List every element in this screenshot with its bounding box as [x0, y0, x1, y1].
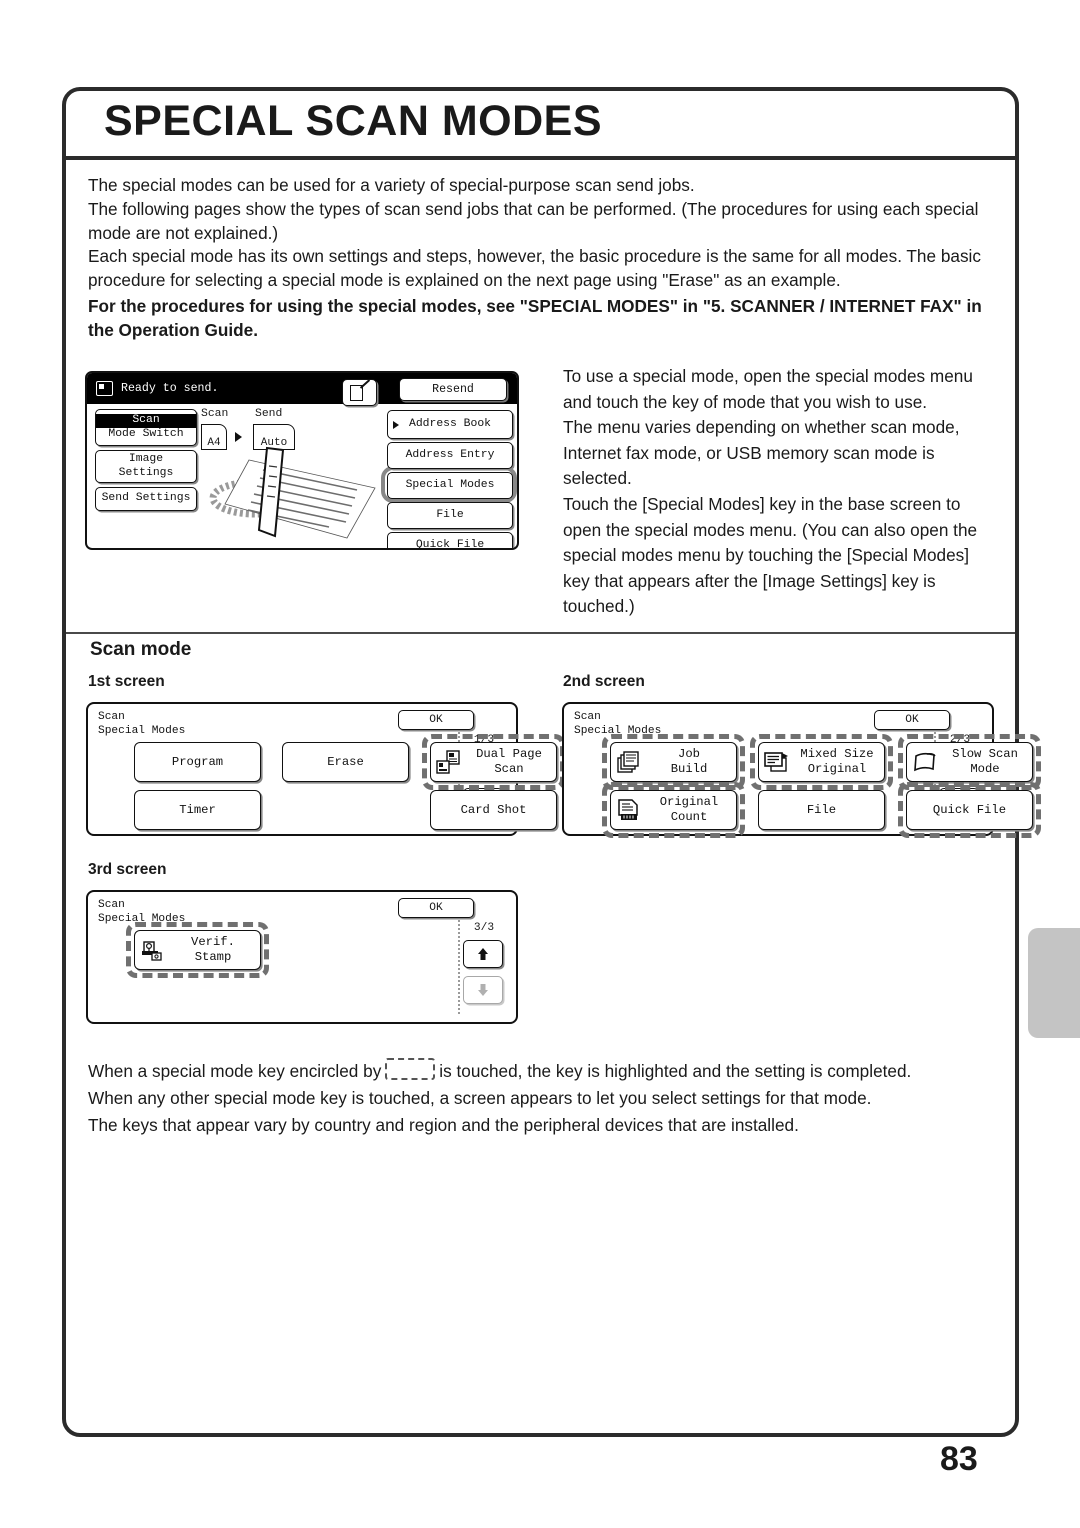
- mode-switch-top-label: Scan: [96, 414, 196, 428]
- screen-2-heading: 2nd screen: [563, 673, 645, 690]
- scan-mode-heading: Scan mode: [90, 639, 192, 660]
- special-mode-key-label: Timer: [179, 802, 216, 817]
- section-divider: [66, 632, 1015, 634]
- footer-line-1-after: is touched, the key is highlighted and t…: [439, 1061, 912, 1081]
- edge-chapter-tab: [1028, 928, 1080, 1038]
- special-mode-key-program[interactable]: Program: [134, 742, 261, 782]
- address-book-label: Address Book: [408, 417, 492, 430]
- resend-button[interactable]: Resend: [399, 378, 507, 401]
- special-mode-key-label: Job Build: [670, 747, 708, 776]
- document-status-icon: [96, 381, 113, 396]
- file-button[interactable]: File: [387, 502, 513, 529]
- right-para-2: The menu varies depending on whether sca…: [563, 417, 960, 489]
- intro-text: The special modes can be used for a vari…: [88, 174, 988, 343]
- address-book-arrow-icon: [393, 420, 399, 429]
- footer-line-1-before: When a special mode key encircled by: [88, 1061, 382, 1081]
- panel-separator: [458, 920, 460, 1014]
- special-mode-key-label: Original Count: [659, 795, 719, 824]
- right-para-1: To use a special mode, open the special …: [563, 366, 973, 412]
- page-number: 83: [940, 1440, 978, 1478]
- ok-button[interactable]: OK: [874, 710, 950, 730]
- mixed-size-original-icon: [764, 750, 790, 774]
- special-mode-key-label: Verif. Stamp: [191, 935, 235, 964]
- scan-size-value: A4: [201, 424, 227, 450]
- original-count-icon: [616, 798, 642, 822]
- quick-file-button[interactable]: Quick File: [387, 532, 513, 548]
- footer-text: When a special mode key encircled by is t…: [88, 1058, 988, 1139]
- intro-line-3: Each special mode has its own settings a…: [88, 246, 981, 291]
- job-build-icon: [616, 750, 642, 774]
- special-mode-key-card-shot[interactable]: Card Shot: [430, 790, 557, 830]
- right-body-text: To use a special mode, open the special …: [563, 364, 995, 620]
- special-mode-key-file[interactable]: File: [758, 790, 885, 830]
- preview-key-icon[interactable]: [342, 379, 377, 406]
- page-indicator: 3/3: [473, 922, 495, 934]
- special-mode-key-label: Slow Scan Mode: [952, 747, 1018, 776]
- mode-switch-bottom-label: Mode Switch: [108, 427, 184, 440]
- address-entry-button[interactable]: Address Entry: [387, 442, 513, 469]
- send-size-value: Auto: [253, 424, 295, 450]
- special-modes-screen-3: Scan Special Modes OK 3/3 Verif. Stamp: [86, 890, 518, 1024]
- flow-arrow-icon: [235, 432, 242, 442]
- scroll-down-button: [463, 976, 503, 1004]
- special-mode-key-dual-page-scan[interactable]: Dual Page Scan: [430, 742, 557, 782]
- screen-title: Scan Special Modes: [98, 711, 186, 737]
- special-modes-screen-1: Scan Special Modes OK 1/3 Program Erase Dual P…: [86, 702, 565, 836]
- screen-1-heading: 1st screen: [88, 673, 165, 690]
- footer-line-2: When any other special mode key is touch…: [88, 1088, 872, 1108]
- special-mode-key-mixed-size-original[interactable]: Mixed Size Original: [758, 742, 885, 782]
- ok-button[interactable]: OK: [398, 710, 474, 730]
- dual-page-scan-icon: [436, 750, 462, 774]
- page-title: SPECIAL SCAN MODES: [104, 97, 602, 145]
- special-mode-key-label: Dual Page Scan: [476, 747, 542, 776]
- special-mode-key-label: Quick File: [932, 802, 1007, 817]
- special-mode-key-label: File: [806, 802, 837, 817]
- special-modes-button[interactable]: Special Modes: [387, 472, 513, 499]
- status-text: Ready to send.: [121, 382, 219, 395]
- special-mode-key-verif-stamp[interactable]: Verif. Stamp: [134, 930, 261, 970]
- image-settings-top-label: Image: [128, 453, 164, 465]
- send-column-label: Send: [255, 408, 283, 420]
- scroll-up-button[interactable]: [463, 940, 503, 968]
- special-mode-key-erase[interactable]: Erase: [282, 742, 409, 782]
- send-settings-button[interactable]: Send Settings: [95, 487, 197, 511]
- mode-switch-button[interactable]: Scan Mode Switch: [95, 409, 197, 446]
- title-band: SPECIAL SCAN MODES: [62, 87, 1019, 160]
- special-mode-key-label: Program: [171, 754, 224, 769]
- special-mode-key-slow-scan-mode[interactable]: Slow Scan Mode: [906, 742, 1033, 782]
- special-modes-screen-2: Scan Special Modes OK 2/3 Job Build Mixed Siz…: [562, 702, 1041, 838]
- intro-line-1: The special modes can be used for a vari…: [88, 175, 695, 195]
- address-book-button[interactable]: Address Book: [387, 410, 513, 439]
- base-screen-illustration: Ready to send. Resend Scan Mode Switch I…: [85, 371, 519, 550]
- slow-scan-mode-icon: [912, 750, 938, 774]
- special-mode-key-label: Card Shot: [460, 802, 527, 817]
- ok-button[interactable]: OK: [398, 898, 474, 918]
- image-settings-button[interactable]: Image Settings: [95, 450, 197, 483]
- screen-3-heading: 3rd screen: [88, 861, 167, 878]
- image-settings-bottom-label: Settings: [118, 466, 174, 479]
- special-mode-key-quick-file[interactable]: Quick File: [906, 790, 1033, 830]
- right-para-3: Touch the [Special Modes] key in the bas…: [563, 493, 978, 617]
- special-mode-key-job-build[interactable]: Job Build: [610, 742, 737, 782]
- special-mode-key-label: Mixed Size Original: [800, 747, 874, 776]
- footer-line-3: The keys that appear vary by country and…: [88, 1115, 799, 1135]
- footer-line-1: When a special mode key encircled by is t…: [88, 1058, 988, 1085]
- special-mode-key-label: Erase: [327, 754, 364, 769]
- special-mode-key-original-count[interactable]: Original Count: [610, 790, 737, 830]
- special-mode-key-timer[interactable]: Timer: [134, 790, 261, 830]
- verif-stamp-icon: [140, 938, 166, 962]
- intro-line-2: The following pages show the types of sc…: [88, 198, 979, 243]
- scan-column-label: Scan: [201, 408, 229, 420]
- dashed-key-sample-icon: [385, 1058, 436, 1080]
- intro-line-4-bold: For the procedures for using the special…: [88, 295, 982, 340]
